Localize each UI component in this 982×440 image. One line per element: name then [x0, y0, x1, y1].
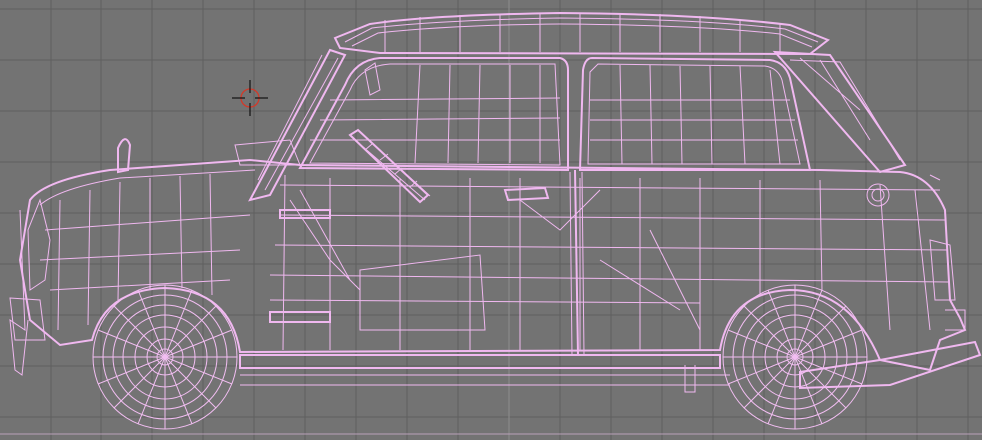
car-roof [333, 11, 830, 56]
car-windows [248, 48, 907, 202]
viewport-canvas[interactable] [0, 0, 982, 440]
3d-viewport[interactable] [0, 0, 982, 440]
car-wireframe[interactable] [9, 11, 982, 430]
front-wheel [92, 284, 238, 430]
rear-wheel [722, 284, 868, 430]
